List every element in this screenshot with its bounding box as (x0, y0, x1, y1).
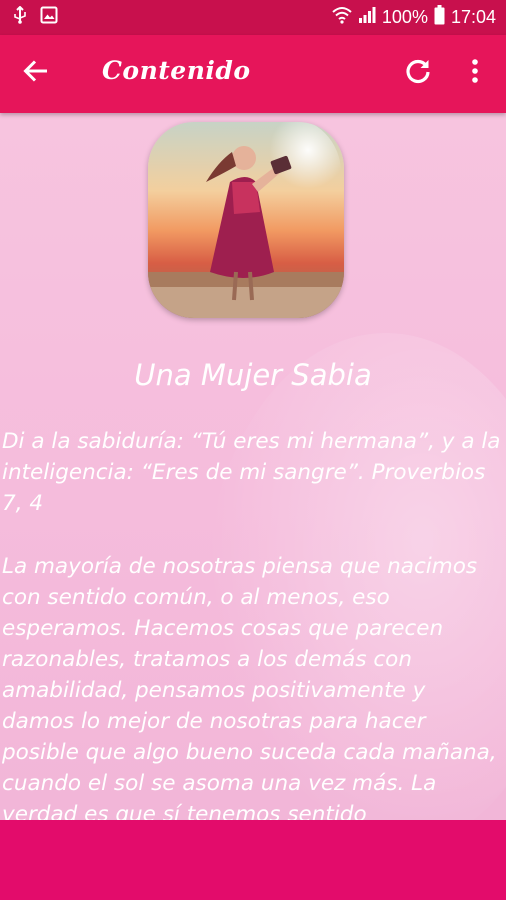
wifi-icon (332, 6, 352, 29)
bottom-banner (0, 820, 506, 900)
article-image (148, 122, 344, 318)
back-arrow-icon (23, 58, 49, 88)
page-title: Contenido (102, 56, 251, 85)
status-right-icons: 100% 17:04 (332, 5, 496, 30)
status-left-icons (12, 5, 58, 29)
signal-icon (358, 6, 376, 29)
battery-icon (434, 5, 445, 30)
usb-icon (12, 5, 28, 29)
article-title: Una Mujer Sabia (134, 358, 372, 392)
battery-percent: 100% (381, 7, 428, 27)
article-body: La mayoría de nosotras piensa que nacimo… (2, 554, 497, 820)
app-bar: Contenido (0, 35, 506, 113)
refresh-button[interactable] (398, 53, 438, 93)
content-scroll-area[interactable]: Una Mujer Sabia Di a la sabiduría: “Tú e… (0, 113, 506, 820)
status-bar: 100% 17:04 (0, 0, 506, 35)
more-vert-icon (471, 58, 479, 88)
article-verse: Di a la sabiduría: “Tú eres mi hermana”,… (2, 429, 501, 516)
back-button[interactable] (16, 53, 56, 93)
more-options-button[interactable] (458, 53, 492, 93)
clock: 17:04 (450, 7, 496, 27)
refresh-icon (404, 57, 432, 89)
image-icon (40, 6, 58, 29)
